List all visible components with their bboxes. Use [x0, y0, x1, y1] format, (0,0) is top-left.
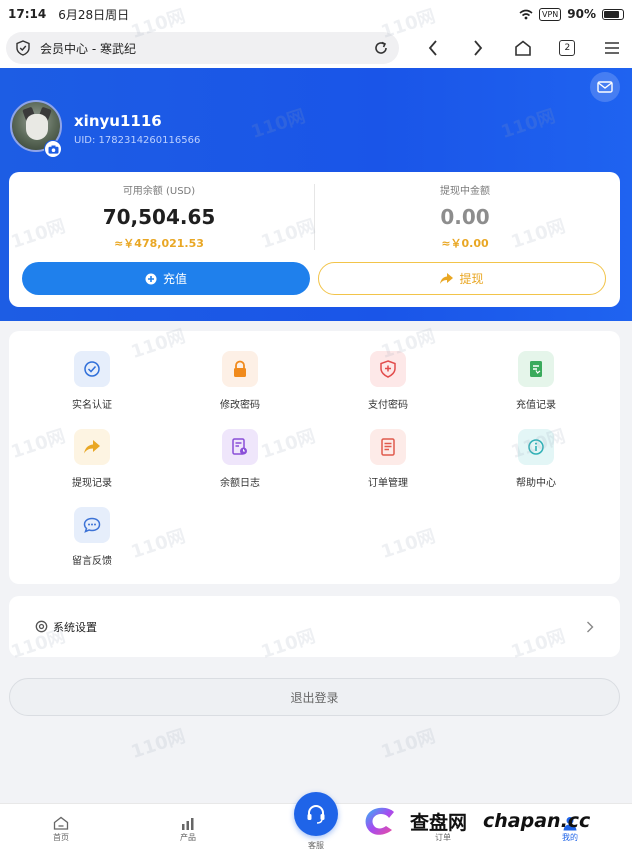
user-id: UID: 1782314260116566: [74, 135, 201, 146]
share-arrow-icon: [440, 273, 454, 284]
address-bar[interactable]: 会员中心 - 寒武纪: [6, 32, 400, 64]
menu-item-withdraw-record[interactable]: 提现记录: [42, 429, 142, 489]
brand-name-cn: 查盘网: [410, 811, 468, 834]
menu-label: 提现记录: [72, 478, 112, 489]
brand-overlay: 查盘网 chapan.cc: [360, 806, 590, 836]
logout-button[interactable]: 退出登录: [9, 678, 620, 716]
chat-bubble-icon: [74, 507, 110, 543]
recharge-button[interactable]: 充值: [22, 262, 310, 295]
battery-percent: 90%: [567, 7, 596, 21]
menu-item-feedback[interactable]: 留言反馈: [42, 507, 142, 567]
service-label: 客服: [308, 841, 324, 849]
home-icon: [514, 40, 531, 56]
menu-label: 实名认证: [72, 400, 112, 411]
back-button[interactable]: [413, 32, 453, 64]
menu-item-help-center[interactable]: 帮助中心: [486, 429, 586, 489]
battery-icon: [602, 8, 624, 20]
mail-icon: [597, 81, 613, 93]
username: xinyu1116: [74, 112, 162, 130]
menu-item-order-management[interactable]: 订单管理: [338, 429, 438, 489]
status-bar: 17:14 6月28日周日 VPN 90%: [0, 0, 632, 28]
menu-item-balance-log[interactable]: 余额日志: [190, 429, 290, 489]
tab-home-label: 首页: [53, 833, 69, 842]
shield-check-icon: [16, 40, 30, 56]
withdrawing-balance: 提现中金额 0.00 ≈￥0.00: [315, 182, 615, 251]
home-icon: [31, 814, 91, 832]
menu-item-pay-password[interactable]: 支付密码: [338, 351, 438, 411]
menu-item-recharge-record[interactable]: 充值记录: [486, 351, 586, 411]
available-balance-cny: ≈￥478,021.53: [114, 237, 204, 250]
function-menu: 实名认证 修改密码 支付密码 充值记录 提现记录 余额日志 订单管理 帮助中心 …: [9, 331, 620, 584]
customer-service-button[interactable]: [294, 792, 338, 836]
watermark: 110网: [128, 725, 188, 763]
tab-products-label: 产品: [180, 833, 196, 842]
chevron-right-icon: [587, 621, 594, 632]
chevron-right-icon: [474, 40, 483, 56]
recharge-record-icon: [518, 351, 554, 387]
brand-logo-icon: [365, 807, 394, 835]
info-icon: [518, 429, 554, 465]
lock-icon: [222, 351, 258, 387]
reload-icon[interactable]: [373, 40, 389, 56]
menu-label: 余额日志: [220, 478, 260, 489]
menu-item-change-password[interactable]: 修改密码: [190, 351, 290, 411]
withdrawing-label: 提现中金额: [440, 186, 490, 197]
status-time: 17:14: [8, 7, 47, 21]
withdraw-arrow-icon: [74, 429, 110, 465]
chevron-left-icon: [429, 40, 437, 56]
browser-toolbar: 会员中心 - 寒武纪 2: [0, 28, 632, 68]
home-button[interactable]: [503, 32, 543, 64]
verified-check-icon: [74, 351, 110, 387]
watermark: 110网: [378, 725, 438, 763]
menu-label: 订单管理: [368, 478, 408, 489]
menu-label: 支付密码: [368, 400, 408, 411]
menu-label: 修改密码: [220, 400, 260, 411]
forward-button[interactable]: [458, 32, 498, 64]
shield-plus-icon: [370, 351, 406, 387]
tab-home[interactable]: 首页: [31, 814, 91, 843]
vpn-badge: VPN: [538, 7, 562, 21]
withdraw-label: 提现: [459, 272, 484, 286]
tab-count: 2: [559, 40, 576, 56]
status-date: 6月28日周日: [58, 7, 130, 22]
headset-icon: [307, 805, 325, 824]
balance-card: 可用余额 (USD) 70,504.65 ≈￥478,021.53 提现中金额 …: [9, 172, 620, 307]
available-balance-amount: 70,504.65: [102, 205, 216, 229]
available-balance-label: 可用余额 (USD): [122, 186, 196, 197]
plus-circle-icon: [145, 273, 157, 284]
recharge-label: 充值: [162, 272, 187, 286]
bar-chart-icon: [158, 814, 218, 832]
order-document-icon: [370, 429, 406, 465]
menu-label: 充值记录: [516, 400, 556, 411]
wifi-icon: [519, 9, 533, 19]
withdrawing-amount: 0.00: [440, 205, 490, 229]
withdraw-button[interactable]: 提现: [318, 262, 606, 295]
available-balance: 可用余额 (USD) 70,504.65 ≈￥478,021.53: [9, 182, 309, 251]
menu-button[interactable]: [592, 32, 632, 64]
menu-label: 留言反馈: [72, 556, 112, 567]
tab-products[interactable]: 产品: [158, 814, 218, 843]
brand-name-en: chapan.cc: [483, 810, 591, 832]
page-title: 会员中心 - 寒武纪: [40, 41, 136, 56]
tabs-button[interactable]: 2: [548, 32, 588, 64]
camera-icon[interactable]: [44, 140, 62, 158]
menu-item-real-name[interactable]: 实名认证: [42, 351, 142, 411]
messages-button[interactable]: [590, 72, 620, 102]
withdrawing-cny: ≈￥0.00: [441, 237, 489, 250]
balance-log-icon: [222, 429, 258, 465]
gear-icon: [35, 620, 48, 633]
system-settings-row[interactable]: 系统设置: [9, 596, 620, 657]
hamburger-menu-icon: [605, 42, 620, 54]
settings-label: 系统设置: [53, 620, 97, 634]
menu-label: 帮助中心: [516, 478, 556, 489]
